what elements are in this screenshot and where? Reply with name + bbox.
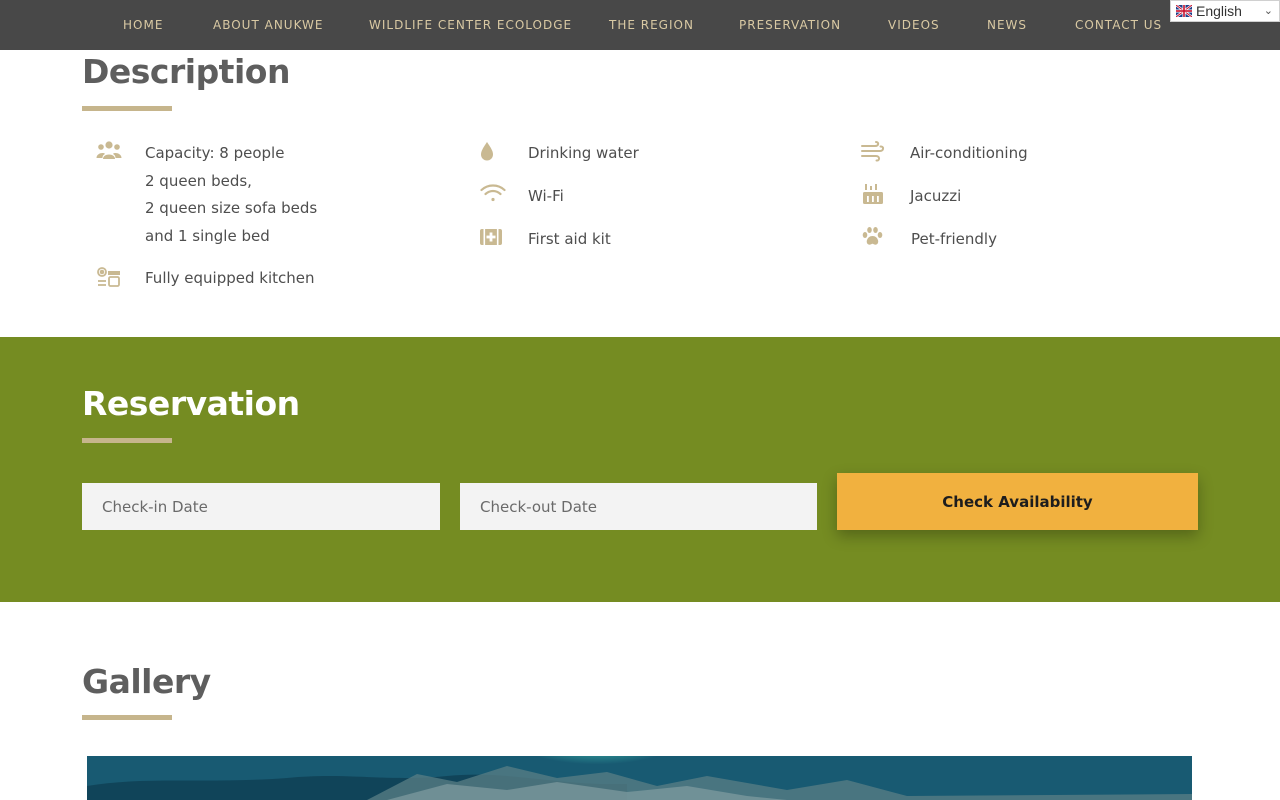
feature-text: Jacuzzi bbox=[910, 187, 962, 205]
feature-text: Drinking water bbox=[528, 144, 639, 162]
feature-text: Air-conditioning bbox=[910, 144, 1028, 162]
feature-text: 2 queen beds, bbox=[145, 171, 252, 190]
reservation-section: Reservation Check Availability bbox=[0, 337, 1280, 602]
feature-jacuzzi: Jacuzzi bbox=[910, 183, 961, 211]
jacuzzi-icon bbox=[861, 183, 887, 205]
feature-kitchen: Fully equipped kitchen bbox=[145, 265, 315, 293]
feature-text: First aid kit bbox=[528, 230, 611, 248]
air-conditioning-icon bbox=[861, 141, 887, 163]
uk-flag-icon bbox=[1176, 5, 1192, 17]
feature-pet-friendly: Pet-friendly bbox=[911, 226, 997, 254]
description-title-underline bbox=[82, 106, 172, 111]
gallery-image[interactable] bbox=[87, 756, 1192, 800]
reservation-title: Reservation bbox=[82, 384, 300, 423]
feature-text: 2 queen size sofa beds bbox=[145, 199, 318, 217]
nav-item-news[interactable]: NEWS bbox=[987, 0, 1027, 50]
people-icon bbox=[96, 140, 122, 162]
paw-icon bbox=[861, 226, 887, 248]
water-drop-icon bbox=[478, 141, 504, 163]
nav-menu: HOME ABOUT ANUKWE WILDLIFE CENTER ECOLOD… bbox=[0, 0, 1280, 50]
feature-wifi: Wi-Fi bbox=[528, 183, 564, 211]
nav-item-wildlife-center-ecolodge[interactable]: WILDLIFE CENTER ECOLODGE bbox=[369, 0, 572, 50]
chevron-down-icon: ⌄ bbox=[1263, 5, 1273, 17]
language-selector[interactable]: English ⌄ bbox=[1170, 0, 1280, 22]
feature-first-aid: First aid kit bbox=[528, 226, 611, 254]
feature-text: Pet-friendly bbox=[911, 230, 997, 248]
nav-item-about-anukwe[interactable]: ABOUT ANUKWE bbox=[213, 0, 323, 50]
nav-item-videos[interactable]: VIDEOS bbox=[888, 0, 940, 50]
feature-text: Wi-Fi bbox=[528, 187, 564, 205]
reservation-title-underline bbox=[82, 438, 172, 443]
feature-drinking-water: Drinking water bbox=[528, 140, 639, 168]
nav-item-preservation[interactable]: PRESERVATION bbox=[739, 0, 841, 50]
first-aid-icon bbox=[479, 226, 505, 248]
feature-text: and 1 single bed bbox=[145, 226, 270, 245]
kitchen-icon bbox=[96, 266, 122, 288]
gallery-photo-landscape bbox=[87, 756, 1192, 800]
language-label: English bbox=[1196, 3, 1242, 19]
check-availability-button[interactable]: Check Availability bbox=[837, 473, 1198, 530]
check-in-date-input[interactable] bbox=[82, 483, 440, 530]
check-out-date-input[interactable] bbox=[460, 483, 817, 530]
feature-text: Fully equipped kitchen bbox=[145, 269, 315, 287]
nav-item-contact-us[interactable]: CONTACT US bbox=[1075, 0, 1162, 50]
feature-air-conditioning: Air-conditioning bbox=[910, 140, 1028, 168]
feature-text: Capacity: 8 people bbox=[145, 144, 285, 162]
nav-item-home[interactable]: HOME bbox=[123, 0, 163, 50]
gallery-title: Gallery bbox=[82, 662, 211, 701]
top-navigation: HOME ABOUT ANUKWE WILDLIFE CENTER ECOLOD… bbox=[0, 0, 1280, 50]
feature-capacity: Capacity: 8 people 2 queen beds, 2 queen… bbox=[145, 140, 317, 250]
nav-item-the-region[interactable]: THE REGION bbox=[609, 0, 694, 50]
description-title: Description bbox=[82, 52, 290, 91]
gallery-title-underline bbox=[82, 715, 172, 720]
wifi-icon bbox=[480, 183, 506, 205]
